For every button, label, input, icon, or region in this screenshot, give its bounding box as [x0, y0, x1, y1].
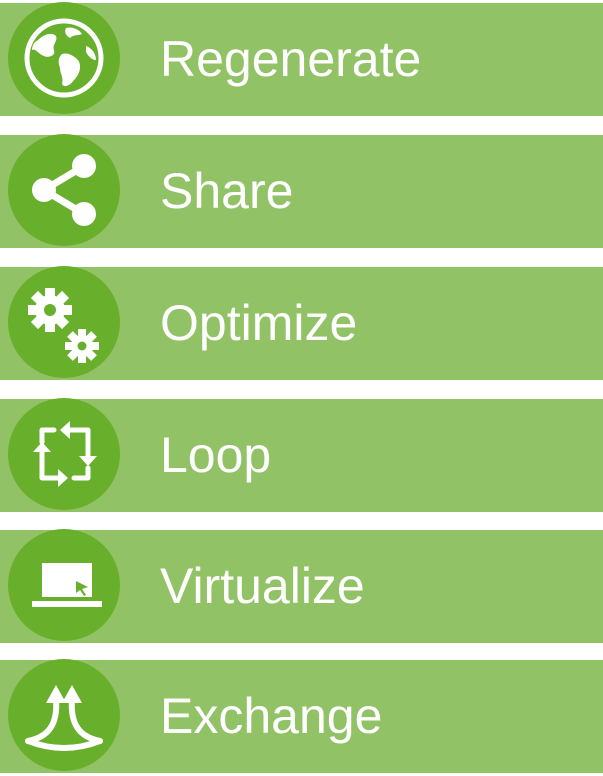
icon-badge	[8, 529, 120, 641]
item-label: Virtualize	[160, 558, 365, 614]
icon-badge	[8, 134, 120, 246]
laptop-cursor-icon	[32, 563, 102, 607]
share-icon	[32, 154, 96, 226]
loop-icon	[33, 421, 97, 487]
icon-badge	[8, 398, 120, 510]
item-label: Optimize	[160, 295, 358, 351]
item-label: Share	[160, 163, 294, 219]
icon-badge	[8, 2, 120, 114]
item-label: Exchange	[160, 688, 383, 744]
item-label: Regenerate	[160, 31, 422, 87]
icon-badge	[8, 659, 120, 771]
exchange-arrows-icon	[25, 685, 103, 751]
icon-badge	[8, 266, 120, 378]
globe-icon	[24, 18, 104, 98]
gears-icon	[28, 288, 99, 363]
item-label: Loop	[160, 427, 272, 483]
